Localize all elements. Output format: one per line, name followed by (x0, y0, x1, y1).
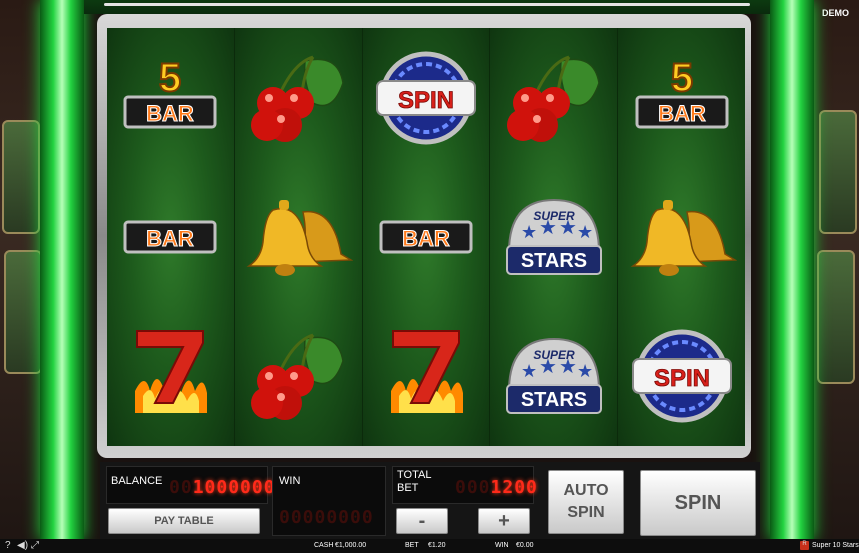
cash-label: CASH (314, 542, 334, 549)
spin-wheel-symbol: SPIN (371, 43, 481, 153)
win-display: WIN 00000000 (272, 466, 386, 536)
cherries-symbol (499, 43, 609, 153)
svg-text:5: 5 (670, 56, 692, 100)
reel-3: SPIN BAR (362, 28, 491, 446)
super-stars-symbol: SUPER ★ ★ ★ ★ STARS (499, 321, 609, 431)
svg-text:★: ★ (521, 361, 537, 381)
fullscreen-icon[interactable]: ⤢ (31, 540, 39, 551)
reel-1: 5 BAR BAR (107, 28, 235, 446)
bar-symbol: BAR (371, 182, 481, 292)
win-label: WIN (495, 542, 509, 549)
svg-text:BAR: BAR (402, 226, 450, 251)
total-bet-display: TOTAL BET 0001200 (392, 466, 537, 504)
demo-mode-label: DEMO (822, 8, 849, 18)
machine-top-bar (84, 0, 770, 14)
background-slot-machine (817, 250, 855, 384)
super-stars-symbol: SUPER ★ ★ ★ ★ STARS (499, 182, 609, 292)
spin-wheel-symbol: SPIN (627, 321, 737, 431)
paytable-button[interactable]: PAY TABLE (108, 508, 260, 534)
total-bet-value: 0001200 (455, 477, 538, 498)
five-bar-symbol: 5 BAR (627, 43, 737, 153)
svg-text:BAR: BAR (658, 101, 706, 126)
svg-text:★: ★ (521, 222, 537, 242)
bell-symbol (627, 182, 737, 292)
svg-text:SPIN: SPIN (654, 365, 710, 392)
reel-5: 5 BAR SPIN (618, 28, 745, 446)
svg-text:SPIN: SPIN (398, 87, 454, 114)
neon-frame-left (40, 0, 84, 540)
game-logo-icon: R (800, 541, 809, 550)
svg-text:★: ★ (577, 222, 593, 242)
win-value: €0.00 (516, 542, 534, 549)
svg-text:★: ★ (559, 356, 577, 378)
svg-text:STARS: STARS (521, 250, 587, 272)
auto-spin-label: SPIN (567, 504, 605, 521)
increase-bet-button[interactable]: + (478, 508, 530, 534)
svg-text:★: ★ (539, 217, 557, 239)
status-bar: ? ◀) ⤢ CASH €1,000.00 BET €1.20 WIN €0.0… (0, 539, 859, 553)
cherries-symbol (243, 321, 353, 431)
total-bet-label: TOTAL BET (397, 469, 432, 494)
lucky-seven-symbol (115, 321, 225, 431)
win-value: 00000000 (279, 507, 374, 528)
win-label: WIN (279, 475, 301, 487)
bet-value: €1.20 (428, 542, 446, 549)
svg-text:★: ★ (577, 361, 593, 381)
neon-frame-right (770, 0, 814, 540)
control-panel: BALANCE 001000000 PAY TABLE WIN 00000000… (100, 462, 760, 540)
bet-label: BET (405, 542, 419, 549)
bar-symbol: BAR (115, 182, 225, 292)
background-slot-machine (819, 110, 857, 234)
background-slot-machine (4, 250, 42, 374)
speaker-icon[interactable]: ◀) (17, 540, 28, 551)
svg-text:★: ★ (539, 356, 557, 378)
lucky-seven-symbol (371, 321, 481, 431)
spin-button[interactable]: SPIN (640, 470, 756, 536)
cherries-symbol (243, 43, 353, 153)
game-title: Super 10 Stars (812, 542, 859, 549)
balance-display: BALANCE 001000000 (106, 466, 275, 504)
reel-2 (234, 28, 363, 446)
help-icon[interactable]: ? (5, 540, 11, 551)
svg-text:★: ★ (559, 217, 577, 239)
bell-symbol (243, 182, 354, 292)
five-bar-symbol: 5 BAR (115, 43, 225, 153)
svg-text:5: 5 (159, 56, 181, 100)
cash-value: €1,000.00 (335, 542, 367, 549)
balance-label: BALANCE (111, 475, 163, 487)
background-slot-machine (2, 120, 40, 234)
svg-text:BAR: BAR (147, 101, 195, 126)
svg-text:BAR: BAR (147, 226, 195, 251)
balance-value: 001000000 (169, 477, 276, 498)
auto-spin-button[interactable]: AUTO SPIN (548, 470, 624, 534)
reel-4: SUPER ★ ★ ★ ★ STARS SUPER ★ ★ ★ ★ STARS (490, 28, 619, 446)
svg-text:STARS: STARS (521, 389, 587, 411)
reel-grid: 5 BAR BAR SPIN BAR SUPER ★ ★ ★ ★ STARS S… (107, 28, 745, 446)
auto-spin-label: AUTO (563, 482, 609, 499)
decrease-bet-button[interactable]: - (396, 508, 448, 534)
